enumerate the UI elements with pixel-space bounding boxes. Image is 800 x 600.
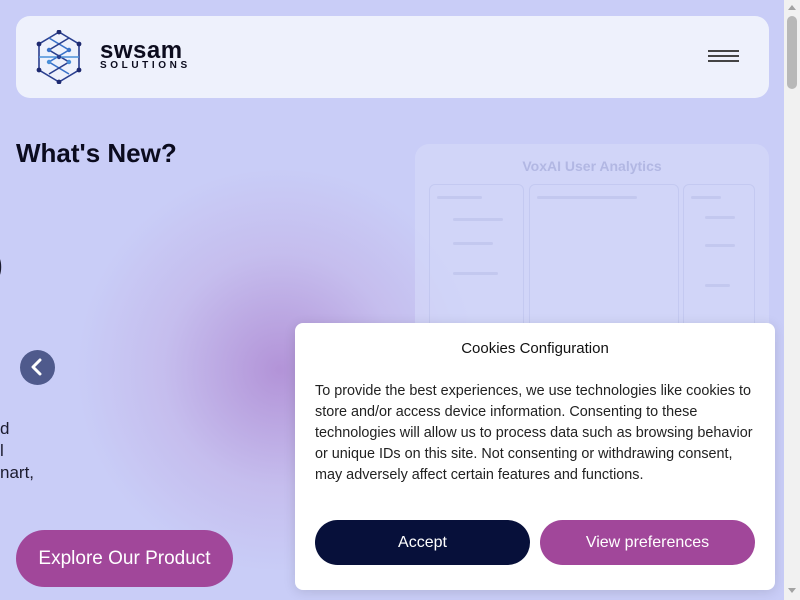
scroll-up-arrow-icon[interactable] <box>788 5 796 10</box>
preview-line <box>453 242 493 245</box>
partial-line: d <box>0 419 10 438</box>
chevron-left-icon <box>31 358 42 376</box>
accept-button[interactable]: Accept <box>315 520 530 565</box>
preview-line <box>705 244 735 247</box>
preview-stats-pane <box>683 184 755 334</box>
cookie-message: To provide the best experiences, we use … <box>315 383 753 483</box>
partial-line: l <box>0 441 4 460</box>
explore-product-button[interactable]: Explore Our Product <box>16 530 233 587</box>
logo-icon[interactable] <box>36 30 82 84</box>
preview-line <box>705 216 735 219</box>
preview-line <box>453 272 498 275</box>
carousel-partial-heading: ) <box>0 246 3 285</box>
logo-tagline: SOLUTIONS <box>100 60 191 71</box>
scrollbar-thumb[interactable] <box>787 16 797 89</box>
preview-title: VoxAI User Analytics <box>522 158 662 174</box>
preview-sidebar-pane <box>429 184 524 334</box>
preview-line <box>537 196 637 199</box>
partial-line: nart, <box>0 463 35 482</box>
carousel-prev-button[interactable] <box>20 350 55 385</box>
cookie-title: Cookies Configuration <box>461 340 609 357</box>
hamburger-icon[interactable] <box>708 50 739 64</box>
cookie-consent-dialog: Cookies Configuration To provide the bes… <box>295 323 775 590</box>
preview-line <box>691 196 721 199</box>
preview-main-pane <box>529 184 679 334</box>
preview-line <box>453 218 503 221</box>
page-scrollbar[interactable] <box>784 0 800 600</box>
product-preview-card: VoxAI User Analytics <box>415 144 769 344</box>
view-preferences-button[interactable]: View preferences <box>540 520 755 565</box>
section-title: What's New? <box>16 138 177 168</box>
preview-line <box>705 284 730 287</box>
preview-line <box>437 196 482 199</box>
carousel-partial-text: d l nart, <box>0 418 34 484</box>
scroll-down-arrow-icon[interactable] <box>788 588 796 593</box>
site-header: swsam SOLUTIONS <box>16 16 769 98</box>
